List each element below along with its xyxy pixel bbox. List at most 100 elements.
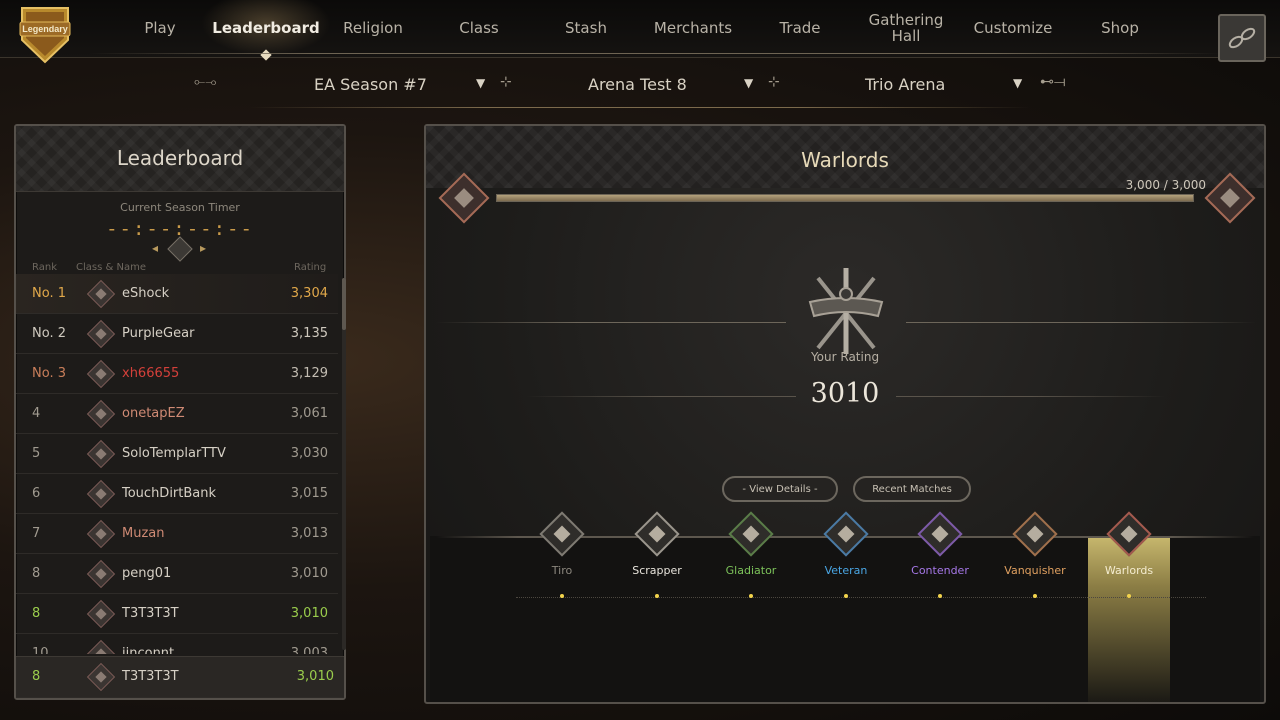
- tier-label: Gladiator: [725, 564, 777, 577]
- emblem-divider-right: [906, 322, 1256, 323]
- nav-customize[interactable]: Customize: [963, 8, 1063, 48]
- rank-progress-bar: [496, 194, 1194, 202]
- nav-leaderboard[interactable]: Leaderboard: [206, 8, 326, 48]
- your-rating-label: Your Rating: [810, 350, 880, 364]
- class-icon: [86, 359, 116, 389]
- row-rank: 7: [32, 526, 41, 541]
- tier-dot-icon: [1033, 594, 1037, 598]
- leaderboard-row[interactable]: No. 3 xh66655 3,129: [16, 354, 338, 394]
- row-rank: 8: [32, 606, 41, 621]
- class-icon: [86, 599, 116, 629]
- view-details-button[interactable]: - View Details -: [722, 476, 838, 502]
- row-rating: 3,015: [290, 486, 328, 501]
- season-dropdown[interactable]: EA Season #7 ▼: [314, 72, 494, 96]
- row-rating: 3,129: [290, 366, 328, 381]
- leaderboard-row[interactable]: 8 T3T3T3T 3,010: [16, 594, 338, 634]
- row-rank: 10: [32, 646, 49, 654]
- tier-label: Warlords: [1104, 564, 1154, 577]
- leaderboard-row[interactable]: 10 jjnconnt 3,003: [16, 634, 338, 654]
- nav-merchants[interactable]: Merchants: [643, 8, 743, 48]
- tier-dot-icon: [938, 594, 942, 598]
- column-class-name: Class & Name: [76, 262, 146, 273]
- mode-dropdown-value: Arena Test 8: [588, 74, 687, 94]
- nav-gathering-hall[interactable]: Gathering Hall: [864, 8, 948, 48]
- leaderboard-row[interactable]: 4 onetapEZ 3,061: [16, 394, 338, 434]
- row-rank: 8: [32, 566, 41, 581]
- class-icon: [86, 399, 116, 429]
- tier-warlords[interactable]: Warlords: [1084, 511, 1174, 598]
- top-nav: Legendary Play Leaderboard Religion Clas…: [0, 0, 1280, 64]
- leaderboard-row[interactable]: 5 SoloTemplarTTV 3,030: [16, 434, 338, 474]
- column-rank: Rank: [32, 262, 57, 273]
- tier-tiro[interactable]: Tiro: [517, 511, 607, 598]
- leaderboard-scrollbar[interactable]: [342, 278, 346, 650]
- tier-icon: [823, 511, 869, 557]
- your-rating-value: 3010: [810, 378, 880, 409]
- queue-dropdown-value: Trio Arena: [865, 74, 946, 94]
- crossed-swords-icon: [808, 268, 884, 354]
- row-rank: 5: [32, 446, 41, 461]
- ornament-right-icon: ⊷⟞: [1040, 74, 1066, 90]
- row-rank: 4: [32, 406, 41, 421]
- leaderboard-list[interactable]: No. 1 eShock 3,304 No. 2 PurpleGear 3,135 No. …: [16, 274, 338, 654]
- recent-matches-button[interactable]: Recent Matches: [853, 476, 971, 502]
- nav-trade[interactable]: Trade: [750, 8, 850, 48]
- row-rank: No. 1: [32, 286, 66, 301]
- row-rating: 3,030: [290, 446, 328, 461]
- tier-dot-icon: [560, 594, 564, 598]
- tier-label: Contender: [911, 564, 969, 577]
- rank-crest[interactable]: Legendary: [16, 4, 74, 64]
- season-timer-label: Current Season Timer: [120, 201, 240, 214]
- my-rank-row[interactable]: 8 T3T3T3T 3,010: [16, 656, 344, 698]
- row-rank: 8: [32, 669, 41, 684]
- nav-class[interactable]: Class: [429, 8, 529, 48]
- class-icon: [86, 479, 116, 509]
- class-icon: [86, 662, 116, 692]
- mode-dropdown[interactable]: Arena Test 8 ▼: [588, 72, 762, 96]
- chevron-down-icon: ▼: [1013, 76, 1023, 90]
- chevron-down-icon: ▼: [744, 76, 754, 90]
- leaderboard-row[interactable]: No. 2 PurpleGear 3,135: [16, 314, 338, 354]
- tier-scrapper[interactable]: Scrapper: [612, 511, 702, 598]
- nav-play[interactable]: Play: [110, 8, 210, 48]
- row-rating: 3,010: [290, 566, 328, 581]
- nav-stash[interactable]: Stash: [536, 8, 636, 48]
- class-icon: [86, 519, 116, 549]
- chevron-left-icon: ◂: [152, 241, 159, 255]
- leaderboard-row[interactable]: 7 Muzan 3,013: [16, 514, 338, 554]
- nav-religion[interactable]: Religion: [323, 8, 423, 48]
- tier-icon: [728, 511, 774, 557]
- row-name: PurpleGear: [122, 326, 195, 341]
- tier-contender[interactable]: Contender: [895, 511, 985, 598]
- rank-panel: Warlords 3,000 / 3,000 Your Rating 3010 …: [424, 124, 1266, 704]
- queue-dropdown[interactable]: Trio Arena ▼: [865, 72, 1027, 96]
- tier-label: Vanquisher: [1004, 564, 1066, 577]
- emblem-divider-left: [436, 322, 786, 323]
- row-name: onetapEZ: [122, 406, 185, 421]
- tier-veteran[interactable]: Veteran: [801, 511, 891, 598]
- crest-label: Legendary: [22, 24, 68, 34]
- row-rating: 3,010: [290, 606, 328, 621]
- tier-icon: [1106, 511, 1152, 557]
- row-rating: 3,061: [290, 406, 328, 421]
- tier-icon: [917, 511, 963, 557]
- row-name: T3T3T3T: [122, 606, 179, 621]
- rank-progress-fill: [497, 195, 1193, 201]
- tier-icon: [634, 511, 680, 557]
- class-icon: [86, 319, 116, 349]
- season-dropdown-value: EA Season #7: [314, 74, 427, 94]
- chain-menu-button[interactable]: [1218, 14, 1266, 62]
- tier-gladiator[interactable]: Gladiator: [706, 511, 796, 598]
- leaderboard-row[interactable]: No. 1 eShock 3,304: [16, 274, 338, 314]
- row-rank: No. 2: [32, 326, 66, 341]
- row-name: TouchDirtBank: [122, 486, 217, 501]
- leaderboard-row[interactable]: 8 peng01 3,010: [16, 554, 338, 594]
- leaderboard-panel: Leaderboard Current Season Timer --:--:-…: [14, 124, 346, 700]
- leaderboard-row[interactable]: 6 TouchDirtBank 3,015: [16, 474, 338, 514]
- nav-shop[interactable]: Shop: [1070, 8, 1170, 48]
- tier-vanquisher[interactable]: Vanquisher: [990, 511, 1080, 598]
- row-name: Muzan: [122, 526, 165, 541]
- tier-dot-icon: [749, 594, 753, 598]
- scrollbar-thumb[interactable]: [342, 278, 346, 330]
- filter-bar: ⟜⊸ EA Season #7 ▼ ⊹ Arena Test 8 ▼ ⊹ Tri…: [0, 58, 1280, 110]
